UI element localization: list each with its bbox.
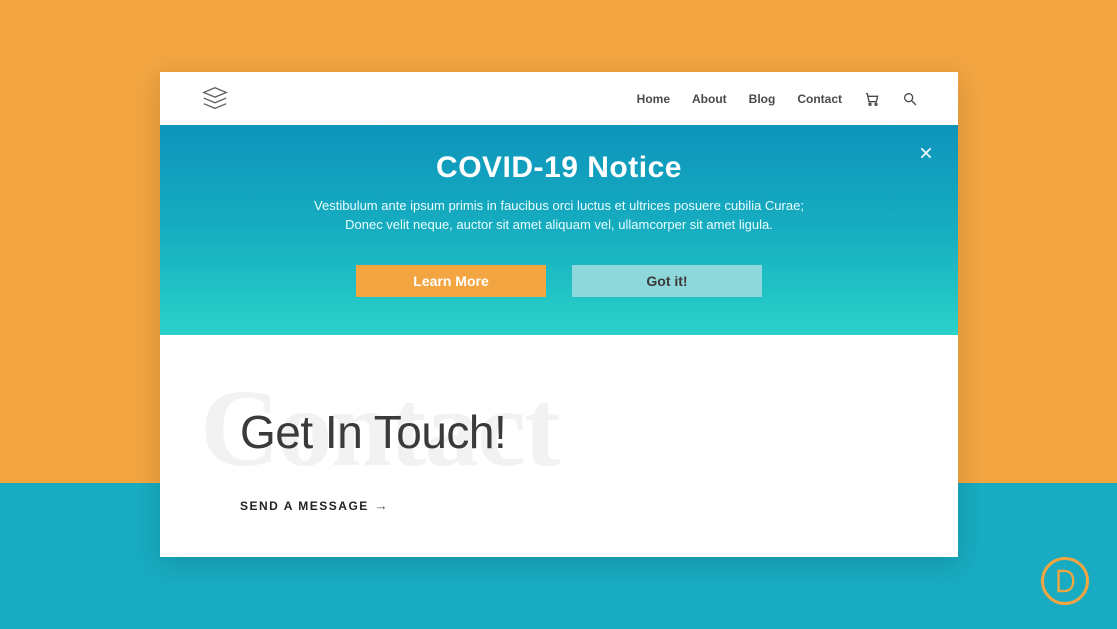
- close-icon[interactable]: [916, 143, 936, 163]
- main-nav: Home About Blog Contact: [637, 91, 918, 107]
- learn-more-button[interactable]: Learn More: [356, 265, 546, 297]
- nav-link-home[interactable]: Home: [637, 92, 670, 106]
- preview-frame: Home About Blog Contact: [0, 0, 1117, 629]
- website-page: Home About Blog Contact: [160, 72, 958, 557]
- search-icon[interactable]: [902, 91, 918, 107]
- got-it-button[interactable]: Got it!: [572, 265, 762, 297]
- notice-title: COVID-19 Notice: [216, 151, 902, 185]
- nav-link-about[interactable]: About: [692, 92, 727, 106]
- cart-icon[interactable]: [864, 91, 880, 107]
- page-title: Get In Touch!: [240, 405, 878, 459]
- site-logo-icon[interactable]: [200, 84, 230, 114]
- send-message-link[interactable]: SEND A MESSAGE →: [240, 498, 389, 513]
- site-header: Home About Blog Contact: [160, 72, 958, 125]
- nav-link-contact[interactable]: Contact: [797, 92, 842, 106]
- nav-link-blog[interactable]: Blog: [749, 92, 776, 106]
- covid-notice-banner: COVID-19 Notice Vestibulum ante ipsum pr…: [160, 125, 958, 335]
- cta-label: SEND A MESSAGE: [240, 499, 369, 513]
- arrow-right-icon: →: [375, 498, 390, 513]
- notice-button-row: Learn More Got it!: [216, 265, 902, 297]
- notice-body: Vestibulum ante ipsum primis in faucibus…: [309, 197, 809, 235]
- divi-badge-icon: [1041, 557, 1089, 605]
- hero-section: Contact Get In Touch! SEND A MESSAGE →: [160, 335, 958, 557]
